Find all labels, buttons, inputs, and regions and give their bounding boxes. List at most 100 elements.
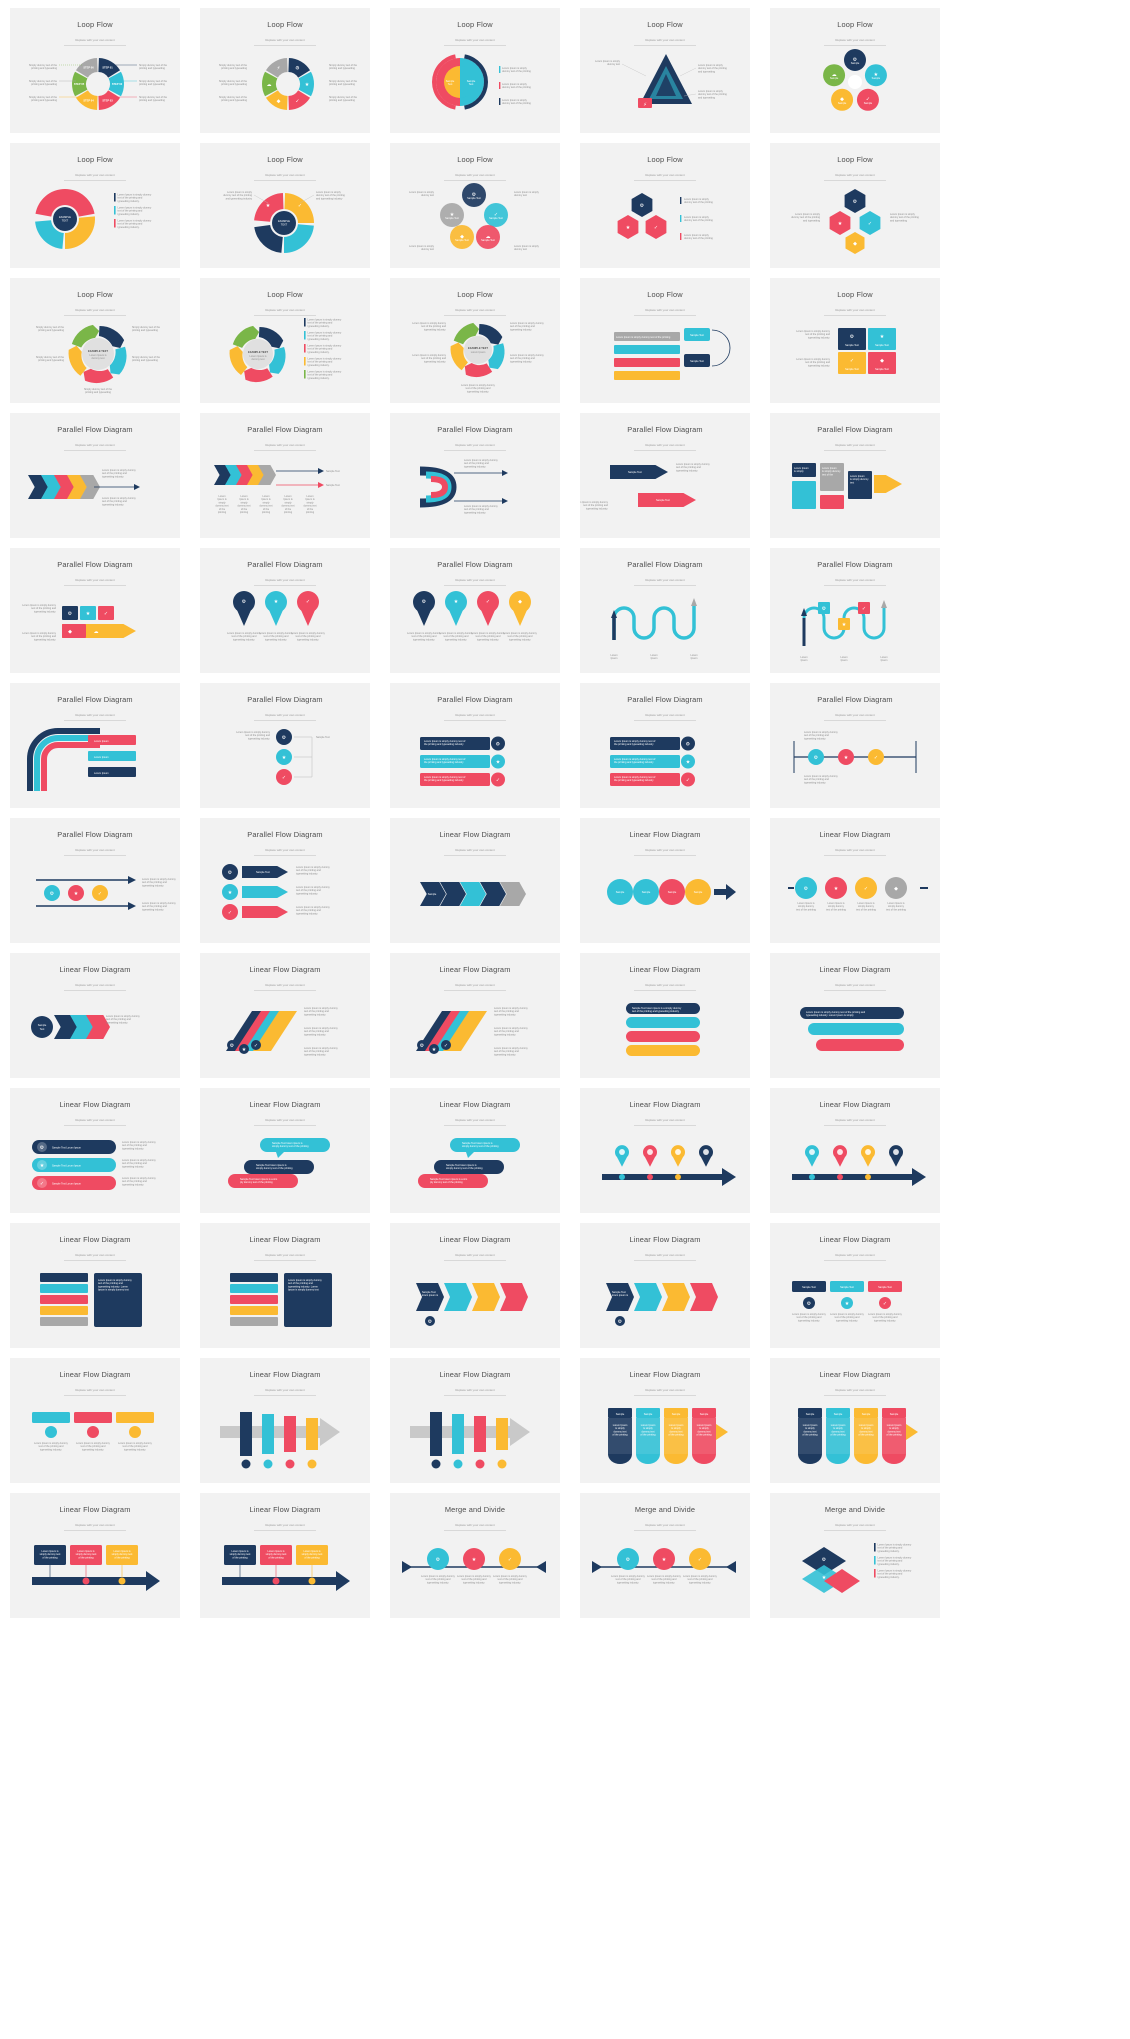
svg-text:typesetting industry.: typesetting industry. <box>798 1319 820 1322</box>
svg-text:Sample: Sample <box>616 1413 625 1416</box>
slide-thumbnail[interactable]: Parallel Flow Diagram Replace with your … <box>200 683 370 808</box>
slide-artwork: Lorem Ipsum is simply Lorem Ipsum is simply… <box>770 441 940 538</box>
svg-text:printing and typesetting: printing and typesetting <box>139 67 165 70</box>
slide-thumbnail[interactable]: Parallel Flow Diagram Replace with your … <box>10 818 180 943</box>
slide-title: Linear Flow Diagram <box>819 830 891 839</box>
svg-text:of the printing: of the printing <box>612 1434 628 1437</box>
slide-thumbnail[interactable]: Loop Flow Replace with your own content … <box>390 8 560 133</box>
slide-thumbnail[interactable]: Parallel Flow Diagram Replace with your … <box>770 413 940 538</box>
slide-artwork: ⚙ ★ ✓ Lorem Ipsum is simply dummy text of th… <box>580 171 750 268</box>
slide-thumbnail[interactable]: Parallel Flow Diagram Replace with your … <box>390 413 560 538</box>
slide-title: Loop Flow <box>647 290 683 299</box>
slide-thumbnail[interactable]: Linear Flow Diagram Replace with your ow… <box>390 1223 560 1348</box>
slide-thumbnail[interactable]: Linear Flow Diagram Replace with your ow… <box>580 1088 750 1213</box>
slide-thumbnail[interactable]: Parallel Flow Diagram Replace with your … <box>200 413 370 538</box>
slide-thumbnail[interactable]: Linear Flow Diagram Replace with your ow… <box>770 1223 940 1348</box>
svg-text:✓: ✓ <box>295 98 299 104</box>
slide-thumbnail[interactable]: Linear Flow Diagram Replace with your ow… <box>10 1493 180 1618</box>
slide-thumbnail[interactable]: Parallel Flow Diagram Replace with your … <box>390 548 560 673</box>
slide-artwork: ⚙ Lorem Ipsum is simply dummy text of the p… <box>770 846 940 943</box>
slide-thumbnail[interactable]: Loop Flow Replace with your own content … <box>390 278 560 403</box>
slide-thumbnail[interactable]: Linear Flow Diagram Replace with your ow… <box>770 1088 940 1213</box>
slide-thumbnail[interactable]: Linear Flow Diagram Replace with your ow… <box>390 1358 560 1483</box>
slide-artwork: Lorem Ipsum is simply dummy text of the p… <box>10 441 180 538</box>
slide-thumbnail[interactable]: Linear Flow Diagram Replace with your ow… <box>10 1358 180 1483</box>
slide-thumbnail[interactable]: Parallel Flow Diagram Replace with your … <box>10 683 180 808</box>
svg-text:⚙: ⚙ <box>626 1557 631 1563</box>
svg-text:Sample Text: Sample Text <box>316 736 330 739</box>
svg-text:TEXT: TEXT <box>62 220 69 223</box>
slide-title: Linear Flow Diagram <box>629 1100 701 1109</box>
slide-thumbnail[interactable]: Parallel Flow Diagram Replace with your … <box>580 413 750 538</box>
slide-thumbnail[interactable]: Merge and Divide Replace with your own c… <box>580 1493 750 1618</box>
slide-thumbnail[interactable]: Linear Flow Diagram Replace with your ow… <box>580 818 750 943</box>
slide-thumbnail[interactable]: Linear Flow Diagram Replace with your ow… <box>770 818 940 943</box>
slide-thumbnail[interactable]: Linear Flow Diagram Replace with your ow… <box>770 1358 940 1483</box>
slide-thumbnail[interactable]: Parallel Flow Diagram Replace with your … <box>770 683 940 808</box>
svg-text:✓: ✓ <box>282 775 286 781</box>
svg-text:of the printing: of the printing <box>668 1434 684 1437</box>
slide-thumbnail[interactable]: Loop Flow Replace with your own content … <box>580 278 750 403</box>
slide-thumbnail[interactable]: Linear Flow Diagram Replace with your ow… <box>390 953 560 1078</box>
slide-thumbnail[interactable]: Loop Flow Replace with your own content … <box>770 143 940 268</box>
slide-thumbnail[interactable]: Parallel Flow Diagram Replace with your … <box>580 548 750 673</box>
svg-text:is simply: is simply <box>794 470 804 473</box>
slide-thumbnail[interactable]: Loop Flow Replace with your own content … <box>200 278 370 403</box>
slide-thumbnail[interactable]: Loop Flow Replace with your own content … <box>770 278 940 403</box>
slide-artwork: ⚙ Sample Text Lorum Ipsum Lorem Ipsum is s… <box>10 1116 180 1213</box>
svg-text:◆: ◆ <box>68 629 72 635</box>
svg-text:typesetting industry.: typesetting industry. <box>102 503 124 506</box>
slide-thumbnail[interactable]: Parallel Flow Diagram Replace with your … <box>200 818 370 943</box>
slide-thumbnail[interactable]: Linear Flow Diagram Replace with your ow… <box>10 1223 180 1348</box>
slide-thumbnail[interactable]: Loop Flow Replace with your own content … <box>10 8 180 133</box>
slide-thumbnail[interactable]: Linear Flow Diagram Replace with your ow… <box>770 953 940 1078</box>
svg-text:Sample: Sample <box>700 1413 709 1416</box>
slide-thumbnail[interactable]: Loop Flow Replace with your own content … <box>770 8 940 133</box>
slide-thumbnail[interactable]: Linear Flow Diagram Replace with your ow… <box>390 818 560 943</box>
slide-thumbnail[interactable]: Loop Flow Replace with your own content … <box>10 143 180 268</box>
svg-text:⚙: ⚙ <box>640 203 645 209</box>
slide-thumbnail[interactable]: Linear Flow Diagram Replace with your ow… <box>580 1223 750 1348</box>
slide-thumbnail[interactable]: Loop Flow Replace with your own content … <box>390 143 560 268</box>
svg-text:✓: ✓ <box>862 606 866 612</box>
slide-thumbnail[interactable]: Parallel Flow Diagram Replace with your … <box>580 683 750 808</box>
svg-text:ply dummy text of the printing: ply dummy text of the printing <box>430 1181 463 1184</box>
svg-text:Sample Text: Sample Text <box>256 871 270 874</box>
slide-thumbnail[interactable]: Parallel Flow Diagram Replace with your … <box>10 548 180 673</box>
slide-thumbnail[interactable]: Loop Flow Replace with your own content … <box>200 8 370 133</box>
slide-thumbnail[interactable]: Linear Flow Diagram Replace with your ow… <box>390 1088 560 1213</box>
slide-thumbnail[interactable]: Loop Flow Replace with your own content … <box>580 8 750 133</box>
slide-thumbnail[interactable]: Merge and Divide Replace with your own c… <box>770 1493 940 1618</box>
slide-thumbnail[interactable]: Linear Flow Diagram Replace with your ow… <box>10 953 180 1078</box>
svg-text:typesetting industry.: typesetting industry. <box>477 638 499 641</box>
slide-artwork: Sample TextSample TextSample TextSample … <box>10 1251 180 1348</box>
slide-thumbnail[interactable]: Linear Flow Diagram Replace with your ow… <box>580 1358 750 1483</box>
slide-thumbnail[interactable]: Merge and Divide Replace with your own c… <box>390 1493 560 1618</box>
svg-text:of the printing: of the printing <box>268 1556 284 1559</box>
slide-thumbnail[interactable]: Parallel Flow Diagram Replace with your … <box>390 683 560 808</box>
slide-thumbnail[interactable]: Linear Flow Diagram Replace with your ow… <box>10 1088 180 1213</box>
slide-thumbnail[interactable]: Linear Flow Diagram Replace with your ow… <box>200 953 370 1078</box>
slide-thumbnail[interactable]: Linear Flow Diagram Replace with your ow… <box>200 1493 370 1618</box>
svg-text:✓: ✓ <box>40 1181 44 1187</box>
slide-title: Parallel Flow Diagram <box>437 560 513 569</box>
slide-thumbnail[interactable]: Loop Flow Replace with your own content … <box>580 143 750 268</box>
slide-thumbnail[interactable]: Parallel Flow Diagram Replace with your … <box>200 548 370 673</box>
slide-thumbnail[interactable]: Linear Flow Diagram Replace with your ow… <box>580 953 750 1078</box>
svg-text:◆: ◆ <box>277 98 281 104</box>
slide-title: Linear Flow Diagram <box>59 965 131 974</box>
slide-title: Parallel Flow Diagram <box>437 425 513 434</box>
slide-title: Linear Flow Diagram <box>629 830 701 839</box>
slide-thumbnail[interactable]: Loop Flow Replace with your own content … <box>200 143 370 268</box>
slide-thumbnail[interactable]: Parallel Flow Diagram Replace with your … <box>770 548 940 673</box>
slide-title: Parallel Flow Diagram <box>817 425 893 434</box>
svg-text:dummy text of the printing: dummy text of the printing <box>684 219 713 222</box>
slide-thumbnail[interactable]: Linear Flow Diagram Replace with your ow… <box>200 1223 370 1348</box>
slide-artwork: Sample Lorem Ipsum is simply dummy text of t… <box>580 1386 750 1483</box>
svg-text:typesetting industry.: typesetting industry. <box>499 1581 521 1584</box>
slide-thumbnail[interactable]: Linear Flow Diagram Replace with your ow… <box>200 1088 370 1213</box>
slide-thumbnail[interactable]: Parallel Flow Diagram Replace with your … <box>10 413 180 538</box>
svg-text:★: ★ <box>838 221 843 227</box>
slide-thumbnail[interactable]: Loop Flow Replace with your own content … <box>10 278 180 403</box>
slide-thumbnail[interactable]: Linear Flow Diagram Replace with your ow… <box>200 1358 370 1483</box>
